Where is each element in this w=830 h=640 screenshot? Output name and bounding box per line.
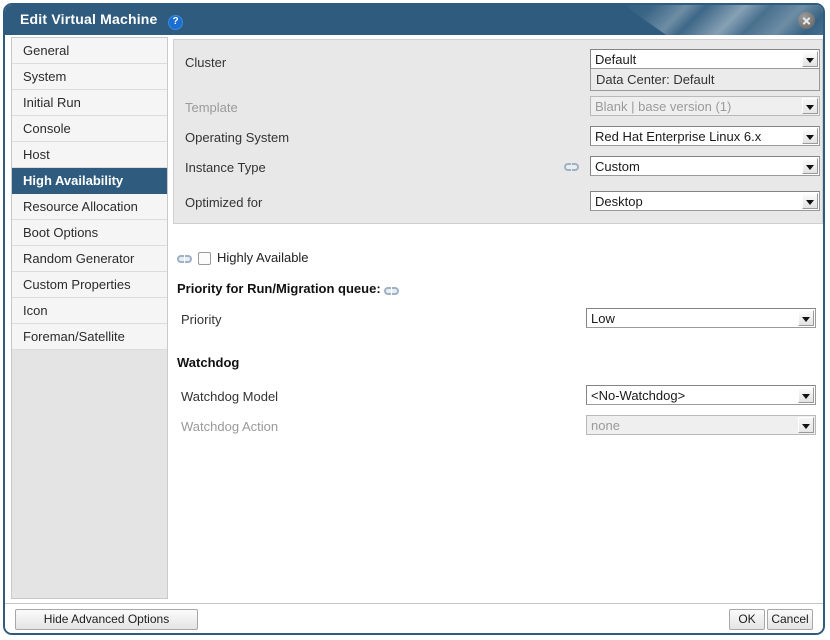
edit-virtual-machine-dialog: Edit Virtual Machine ? General System In…: [3, 3, 825, 635]
cluster-datacenter-text: Data Center: Default: [596, 72, 715, 87]
chevron-down-icon: [798, 417, 814, 433]
sidebar-item-initial-run[interactable]: Initial Run: [12, 90, 167, 116]
template-value: Blank | base version (1): [595, 99, 799, 114]
dialog-body: General System Initial Run Console Host …: [5, 35, 823, 603]
instance-type-value: Custom: [595, 159, 799, 174]
priority-label: Priority: [181, 312, 221, 327]
sidebar-item-random-generator[interactable]: Random Generator: [12, 246, 167, 272]
dialog-titlebar: Edit Virtual Machine ?: [5, 5, 823, 35]
broken-link-icon: [384, 286, 399, 297]
watchdog-action-row: Watchdog Action none: [170, 417, 823, 439]
sidebar-item-boot-options[interactable]: Boot Options: [12, 220, 167, 246]
instance-type-label: Instance Type: [185, 160, 266, 175]
operating-system-value: Red Hat Enterprise Linux 6.x: [595, 129, 799, 144]
template-row: Template Blank | base version (1): [174, 98, 822, 120]
cluster-field-group: Default Data Center: Default: [590, 49, 820, 91]
watchdog-section-heading: Watchdog: [177, 355, 239, 370]
priority-section-heading: Priority for Run/Migration queue:: [177, 281, 399, 296]
cancel-button[interactable]: Cancel: [767, 609, 813, 630]
settings-content: Cluster Default Data Center: Default Tem…: [170, 35, 823, 603]
instance-type-select[interactable]: Custom: [590, 156, 820, 176]
optimized-for-label: Optimized for: [185, 195, 262, 210]
sidebar-item-icon[interactable]: Icon: [12, 298, 167, 324]
dialog-footer: Hide Advanced Options OK Cancel: [5, 603, 823, 634]
watchdog-model-value: <No-Watchdog>: [591, 388, 795, 403]
chevron-down-icon: [802, 51, 818, 67]
ok-button[interactable]: OK: [729, 609, 765, 630]
template-label: Template: [185, 100, 238, 115]
sidebar-item-resource-allocation[interactable]: Resource Allocation: [12, 194, 167, 220]
watchdog-model-label: Watchdog Model: [181, 389, 278, 404]
sidebar-item-high-availability[interactable]: High Availability: [12, 168, 167, 194]
chevron-down-icon: [802, 98, 818, 114]
chevron-down-icon: [798, 387, 814, 403]
operating-system-row: Operating System Red Hat Enterprise Linu…: [174, 128, 822, 150]
watchdog-action-label: Watchdog Action: [181, 419, 278, 434]
broken-link-icon: [177, 254, 192, 265]
vm-summary-panel: Cluster Default Data Center: Default Tem…: [173, 39, 823, 224]
sidebar-item-console[interactable]: Console: [12, 116, 167, 142]
close-icon[interactable]: [798, 12, 815, 29]
sidebar-item-foreman-satellite[interactable]: Foreman/Satellite: [12, 324, 167, 350]
cluster-label: Cluster: [185, 55, 226, 70]
chevron-down-icon: [802, 193, 818, 209]
sidebar-item-host[interactable]: Host: [12, 142, 167, 168]
priority-select[interactable]: Low: [586, 308, 816, 328]
chevron-down-icon: [802, 128, 818, 144]
broken-link-icon: [564, 162, 579, 173]
instance-type-row: Instance Type Custom: [174, 158, 822, 180]
optimized-for-value: Desktop: [595, 194, 799, 209]
dialog-title: Edit Virtual Machine: [20, 11, 158, 27]
chevron-down-icon: [802, 158, 818, 174]
priority-row: Priority Low: [170, 310, 823, 332]
template-select: Blank | base version (1): [590, 96, 820, 116]
highly-available-label: Highly Available: [217, 250, 309, 265]
sidebar-item-system[interactable]: System: [12, 64, 167, 90]
priority-heading-text: Priority for Run/Migration queue:: [177, 281, 381, 296]
help-icon[interactable]: ?: [168, 15, 183, 30]
watchdog-action-value: none: [591, 418, 795, 433]
priority-value: Low: [591, 311, 795, 326]
cluster-select[interactable]: Default: [590, 49, 820, 69]
watchdog-action-select: none: [586, 415, 816, 435]
cluster-value: Default: [595, 52, 799, 67]
chevron-down-icon: [798, 310, 814, 326]
operating-system-select[interactable]: Red Hat Enterprise Linux 6.x: [590, 126, 820, 146]
watchdog-model-select[interactable]: <No-Watchdog>: [586, 385, 816, 405]
highly-available-checkbox[interactable]: [198, 252, 211, 265]
operating-system-label: Operating System: [185, 130, 289, 145]
titlebar-swoosh-decoration: [628, 5, 823, 35]
watchdog-model-row: Watchdog Model <No-Watchdog>: [170, 387, 823, 409]
sidebar-item-general[interactable]: General: [12, 38, 167, 64]
hide-advanced-options-button[interactable]: Hide Advanced Options: [15, 609, 198, 630]
highly-available-row: Highly Available: [170, 250, 823, 270]
sidebar-nav: General System Initial Run Console Host …: [11, 37, 168, 599]
sidebar-item-custom-properties[interactable]: Custom Properties: [12, 272, 167, 298]
optimized-for-row: Optimized for Desktop: [174, 193, 822, 215]
optimized-for-select[interactable]: Desktop: [590, 191, 820, 211]
